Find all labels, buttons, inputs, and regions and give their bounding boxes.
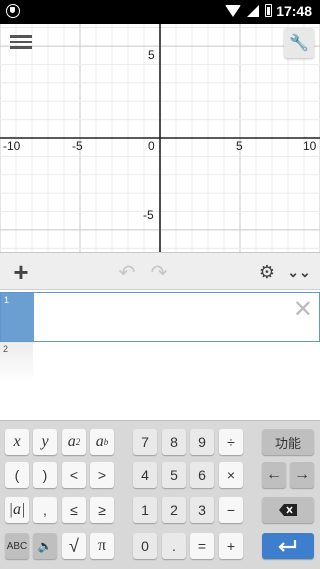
- x-tick-label: 0: [148, 139, 155, 153]
- app-root: 17:48 🔧 -10 -5 0 5 10 5 -5 + ↶ ↷ ⚙ ⌄⌄ 1 …: [0, 0, 320, 569]
- key-less-equal[interactable]: ≤: [62, 497, 86, 523]
- gear-icon[interactable]: ⚙: [256, 259, 278, 285]
- collapse-chevron-icon[interactable]: ⌄⌄: [287, 259, 310, 285]
- key-minus[interactable]: −: [219, 497, 243, 523]
- battery-icon: [265, 4, 272, 17]
- key-greater-than[interactable]: >: [90, 462, 114, 488]
- status-icons: [225, 4, 272, 17]
- key-0[interactable]: 0: [133, 533, 157, 559]
- key-comma[interactable]: ,: [33, 497, 57, 523]
- graph-canvas[interactable]: 🔧 -10 -5 0 5 10 5 -5: [0, 24, 320, 252]
- status-bar: 17:48: [0, 0, 320, 24]
- backspace-icon: [279, 504, 297, 516]
- right-arrow-icon[interactable]: →: [290, 462, 314, 488]
- key-pi[interactable]: π: [90, 533, 114, 559]
- expression-row[interactable]: 1 ✕: [0, 292, 320, 342]
- key-x[interactable]: x: [5, 429, 29, 455]
- key-1[interactable]: 1: [133, 497, 157, 523]
- key-greater-equal[interactable]: ≥: [90, 497, 114, 523]
- y-tick-label: -5: [143, 208, 154, 222]
- wrench-icon: 🔧: [289, 35, 309, 52]
- wifi-icon: [225, 4, 241, 17]
- expression-index: 2: [0, 342, 33, 382]
- key-a-power-b[interactable]: ab: [90, 429, 114, 455]
- key-4[interactable]: 4: [133, 462, 157, 488]
- key-8[interactable]: 8: [162, 429, 186, 455]
- x-tick-label: -10: [3, 139, 21, 153]
- key-2[interactable]: 2: [162, 497, 186, 523]
- enter-button[interactable]: [262, 533, 314, 559]
- key-decimal[interactable]: .: [162, 533, 186, 559]
- hamburger-menu-icon: [10, 35, 32, 38]
- expression-list: 1 ✕ 2: [0, 290, 320, 420]
- expression-toolbar: + ↶ ↷ ⚙ ⌄⌄: [0, 252, 320, 290]
- key-divide[interactable]: ÷: [219, 429, 243, 455]
- expression-index: 1: [1, 293, 34, 341]
- key-absolute-value[interactable]: |a|: [5, 497, 29, 523]
- x-tick-label: 5: [236, 139, 243, 153]
- shield-icon: [6, 4, 20, 18]
- x-tick-label: -5: [72, 139, 83, 153]
- key-less-than[interactable]: <: [62, 462, 86, 488]
- key-left-paren[interactable]: (: [5, 462, 29, 488]
- undo-icon[interactable]: ↶: [116, 259, 138, 285]
- key-y[interactable]: y: [33, 429, 57, 455]
- key-right-paren[interactable]: ): [33, 462, 57, 488]
- key-sqrt[interactable]: √: [62, 533, 86, 559]
- redo-icon[interactable]: ↷: [148, 259, 170, 285]
- key-9[interactable]: 9: [190, 429, 214, 455]
- key-plus[interactable]: +: [219, 533, 243, 559]
- enter-icon: [278, 540, 297, 552]
- key-multiply[interactable]: ×: [219, 462, 243, 488]
- close-icon[interactable]: ✕: [293, 295, 313, 324]
- key-abc[interactable]: ABC: [5, 533, 29, 559]
- math-keypad: x y a2 ab ( ) < > |a| , ≤ ≥ ABC 🔈 √ π 7 …: [0, 420, 320, 569]
- key-7[interactable]: 7: [133, 429, 157, 455]
- left-arrow-icon[interactable]: ←: [262, 462, 286, 488]
- signal-icon: [247, 4, 259, 17]
- add-expression-button[interactable]: +: [8, 259, 34, 285]
- key-a-squared[interactable]: a2: [62, 429, 86, 455]
- graph-grid: [0, 24, 320, 252]
- status-time: 17:48: [276, 3, 312, 19]
- functions-button[interactable]: 功能: [262, 429, 314, 455]
- menu-button[interactable]: [10, 32, 32, 52]
- x-tick-label: 10: [303, 139, 317, 153]
- key-equals[interactable]: =: [190, 533, 214, 559]
- expression-row[interactable]: 2: [0, 342, 320, 392]
- key-3[interactable]: 3: [190, 497, 214, 523]
- backspace-button[interactable]: [262, 497, 314, 523]
- y-tick-label: 5: [148, 48, 155, 62]
- graph-settings-button[interactable]: 🔧: [284, 28, 314, 58]
- speaker-icon[interactable]: 🔈: [33, 533, 57, 559]
- key-6[interactable]: 6: [190, 462, 214, 488]
- key-5[interactable]: 5: [162, 462, 186, 488]
